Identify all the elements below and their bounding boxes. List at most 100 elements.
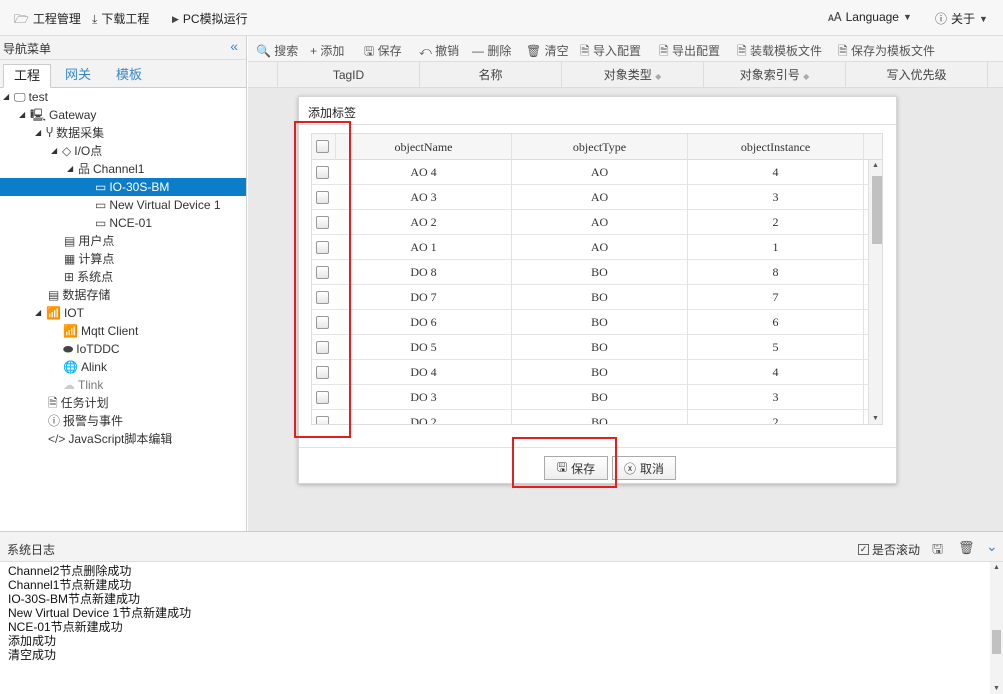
- scroll-down-icon[interactable]: ▼: [872, 415, 879, 422]
- tree-node-js-editor[interactable]: </> JavaScript脚本编辑: [48, 430, 172, 448]
- save-template-button[interactable]: 🗎 保存为模板文件: [838, 42, 935, 63]
- object-type-cell: AO: [512, 160, 688, 185]
- tag-toolbar: 🔍 搜索 + 添加 🖫 保存 ⤺ 撤销 — 删除 🗑 清空 🗎 导入配置 🗎 导…: [248, 36, 1003, 62]
- scroll-up-icon[interactable]: ▲: [872, 162, 879, 169]
- header-name[interactable]: 名称: [420, 62, 562, 88]
- save-log-icon[interactable]: 🖫: [932, 540, 943, 562]
- table-row[interactable]: DO 7 BO 7: [312, 285, 868, 310]
- header-object-instance[interactable]: objectInstance: [688, 134, 864, 160]
- table-row[interactable]: AO 3 AO 3: [312, 185, 868, 210]
- download-project-menu[interactable]: ⤓ 下载工程: [92, 10, 149, 27]
- header-tagid[interactable]: TagID: [278, 62, 420, 88]
- tree-node-io-30s-bm[interactable]: ▭ IO-30S-BM: [0, 178, 246, 196]
- log-line: IO-30S-BM节点新建成功: [8, 592, 141, 606]
- caret-down-icon: ▼: [979, 13, 988, 24]
- object-type-cell: BO: [512, 260, 688, 285]
- log-scrollbar[interactable]: ▲ ▼: [990, 562, 1003, 694]
- table-row[interactable]: DO 4 BO 4: [312, 360, 868, 385]
- iot-icon: 📶: [46, 306, 61, 320]
- add-button[interactable]: + 添加: [310, 42, 344, 59]
- table-row[interactable]: DO 2 BO 2: [312, 410, 868, 424]
- table-row[interactable]: AO 4 AO 4: [312, 160, 868, 185]
- tree-node-nce-01[interactable]: ▭ NCE-01: [95, 214, 152, 232]
- doc-icon: 🗎: [48, 396, 58, 410]
- autoscroll-toggle[interactable]: ✓ 是否滚动: [858, 541, 920, 558]
- autoscroll-checkbox[interactable]: ✓: [858, 544, 869, 555]
- header-object-type[interactable]: 对象类型 ◆: [562, 62, 704, 88]
- tree-node-system-points[interactable]: ⊞ 系统点: [64, 268, 113, 286]
- grid-scroll-thumb[interactable]: [872, 176, 882, 244]
- nav-header: 导航菜单 «: [0, 36, 246, 60]
- header-write-priority[interactable]: 写入优先级: [846, 62, 988, 88]
- tree-node-alarms[interactable]: ⓘ 报警与事件: [48, 412, 123, 430]
- delete-button[interactable]: — 删除: [472, 42, 511, 59]
- channel-icon: 品: [78, 162, 91, 176]
- log-header: 系统日志 ✓ 是否滚动 🖫 🗑 ⌄: [0, 532, 1003, 562]
- trash-icon[interactable]: 🗑: [958, 540, 975, 556]
- header-object-type[interactable]: objectType: [512, 134, 688, 160]
- table-row[interactable]: AO 2 AO 2: [312, 210, 868, 235]
- tag-icon: ◇: [62, 144, 72, 158]
- object-name-cell: DO 3: [336, 385, 512, 410]
- navigation-pane: 导航菜单 « 工程 网关 模板 ◢ 🖵 test ◢ 🖳 Gateway ◢ Ⴤ 数据采集 …: [0, 36, 247, 531]
- object-type-cell: BO: [512, 335, 688, 360]
- collapse-down-icon[interactable]: ⌄: [986, 538, 998, 555]
- tree-node-iot[interactable]: ◢ 📶 IOT: [35, 304, 84, 322]
- header-object-index[interactable]: 对象索引号 ◆: [704, 62, 846, 88]
- table-row[interactable]: DO 5 BO 5: [312, 335, 868, 360]
- tree-node-iotddc[interactable]: ⬬ IoTDDC: [63, 340, 120, 358]
- tab-template[interactable]: 模板: [106, 64, 152, 88]
- table-row[interactable]: DO 8 BO 8: [312, 260, 868, 285]
- tree-node-data-acquisition[interactable]: ◢ Ⴤ 数据采集: [35, 124, 104, 142]
- tree-node-channel1[interactable]: ◢ 品 Channel1: [67, 160, 144, 178]
- tree-node-calc-points[interactable]: ▦ 计算点: [64, 250, 114, 268]
- calc-icon: ▦: [64, 252, 76, 266]
- scroll-down-icon[interactable]: ▼: [993, 685, 1000, 692]
- tree-node-user-points[interactable]: ▤ 用户点: [64, 232, 114, 250]
- search-button[interactable]: 🔍 搜索: [256, 42, 298, 59]
- tab-project[interactable]: 工程: [3, 64, 52, 88]
- object-instance-cell: 2: [688, 210, 864, 235]
- project-mgmt-menu[interactable]: 🗁 工程管理: [14, 10, 81, 27]
- tree-node-gateway[interactable]: ◢ 🖳 Gateway: [19, 106, 96, 124]
- top-menu-bar: 🗁 工程管理 ⤓ 下载工程 ▶ PC模拟运行 🗚 Language ▼ ⓘ 关于…: [0, 0, 1003, 36]
- object-instance-cell: 6: [688, 310, 864, 335]
- tree-node-io-points[interactable]: ◢ ◇ I/O点: [51, 142, 102, 160]
- log-scroll-thumb[interactable]: [992, 630, 1001, 654]
- object-type-cell: BO: [512, 285, 688, 310]
- object-grid-header: objectName objectType objectInstance: [312, 134, 882, 160]
- cancel-button[interactable]: ⓧ 取消: [612, 456, 676, 480]
- log-title: 系统日志: [7, 543, 56, 557]
- about-menu[interactable]: ⓘ 关于 ▼: [935, 10, 988, 27]
- clear-button[interactable]: 🗑 清空: [526, 42, 569, 59]
- table-row[interactable]: AO 1 AO 1: [312, 235, 868, 260]
- sort-icon: ◆: [655, 72, 662, 81]
- undo-button[interactable]: ⤺ 撤销: [419, 42, 459, 59]
- scroll-up-icon[interactable]: ▲: [993, 564, 1000, 571]
- collapse-left-icon[interactable]: «: [230, 38, 238, 54]
- language-menu[interactable]: 🗚 Language ▼: [828, 10, 912, 24]
- object-instance-cell: 3: [688, 185, 864, 210]
- pc-simulate-menu[interactable]: ▶ PC模拟运行: [172, 10, 248, 27]
- object-instance-cell: 4: [688, 160, 864, 185]
- import-config-button[interactable]: 🗎 导入配置: [580, 42, 641, 63]
- tree-node-test[interactable]: ◢ 🖵 test: [3, 88, 48, 106]
- device-icon: ▭: [95, 216, 107, 230]
- log-line: 添加成功: [8, 634, 57, 648]
- tree-node-alink[interactable]: 🌐 Alink: [63, 358, 107, 376]
- save-toolbar-button[interactable]: 🖫 保存: [364, 42, 402, 63]
- tree-node-tlink[interactable]: ☁ Tlink: [63, 376, 103, 394]
- tree-node-data-storage[interactable]: ▤ 数据存储: [48, 286, 110, 304]
- tab-gateway[interactable]: 网关: [55, 64, 101, 88]
- object-instance-cell: 1: [688, 235, 864, 260]
- load-template-button[interactable]: 🗎 装载模板文件: [737, 42, 822, 63]
- tree-node-virtual-device-1[interactable]: ▭ New Virtual Device 1: [95, 196, 221, 214]
- export-config-button[interactable]: 🗎 导出配置: [659, 42, 720, 63]
- tree-node-task-plan[interactable]: 🗎 任务计划: [48, 394, 109, 412]
- code-icon: </>: [48, 432, 66, 446]
- grid-scrollbar[interactable]: ▲ ▼: [868, 160, 882, 424]
- header-object-name[interactable]: objectName: [336, 134, 512, 160]
- table-row[interactable]: DO 6 BO 6: [312, 310, 868, 335]
- tree-node-mqtt-client[interactable]: 📶 Mqtt Client: [63, 322, 138, 340]
- table-row[interactable]: DO 3 BO 3: [312, 385, 868, 410]
